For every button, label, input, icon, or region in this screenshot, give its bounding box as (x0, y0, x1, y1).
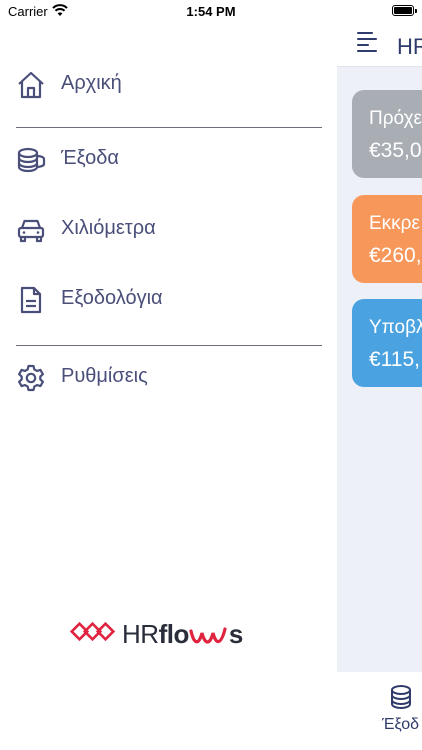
tab-label-expenses[interactable]: Έξοδ (382, 716, 419, 734)
tab-bar: Έξοδ (337, 672, 422, 750)
menu-item-label: Έξοδα (61, 147, 119, 169)
menu-item-home[interactable]: Αρχική (0, 62, 337, 106)
logo-wordmark: HRflo s (122, 619, 243, 649)
summary-card-submitted[interactable]: Υποβλ €115, (352, 299, 422, 387)
card-label: Εκκρε (369, 213, 420, 234)
card-amount: €35,0 (369, 139, 422, 162)
menu-item-kilometers[interactable]: Χιλιόμετρα (0, 207, 337, 251)
hrflows-logo-mark (70, 622, 116, 642)
menu-divider (16, 127, 322, 128)
coins-icon[interactable] (389, 683, 419, 711)
menu-item-label: Αρχική (61, 72, 122, 94)
car-icon (17, 219, 45, 243)
app-title: HR (397, 34, 422, 59)
card-amount: €115, (369, 348, 420, 371)
status-time: 1:54 PM (186, 4, 236, 19)
menu-item-expense-reports[interactable]: Εξοδολόγια (0, 277, 337, 321)
hamburger-menu-icon[interactable] (357, 32, 379, 52)
menu-item-label: Εξοδολόγια (61, 287, 163, 309)
card-label: Υποβλ (369, 317, 422, 338)
home-icon (18, 71, 44, 99)
hrflows-logo: HRflo s (70, 617, 270, 649)
gear-icon (18, 364, 44, 392)
card-label: Πρόχε (369, 108, 422, 129)
menu-item-label: Ρυθμίσεις (61, 365, 148, 387)
summary-card-advance[interactable]: Πρόχε €35,0 (352, 90, 422, 178)
menu-item-settings[interactable]: Ρυθμίσεις (0, 355, 337, 399)
logo-wave-glyph (189, 627, 227, 644)
document-icon (20, 286, 42, 314)
battery-icon (392, 5, 417, 16)
menu-item-expenses[interactable]: Έξοδα (0, 137, 337, 181)
side-drawer: Αρχική Έξοδα Χιλιόμετρα Εξοδολόγια Ρυθμί… (0, 0, 337, 750)
coins-icon (17, 147, 46, 173)
background-app[interactable]: HR Πρόχε €35,0 Εκκρε €260, Υποβλ €115, Έ… (337, 0, 422, 750)
menu-divider (16, 345, 322, 346)
menu-item-label: Χιλιόμετρα (61, 217, 156, 239)
card-amount: €260, (369, 244, 422, 267)
summary-card-pending[interactable]: Εκκρε €260, (352, 195, 422, 283)
status-bar: Carrier 1:54 PM (0, 0, 422, 24)
